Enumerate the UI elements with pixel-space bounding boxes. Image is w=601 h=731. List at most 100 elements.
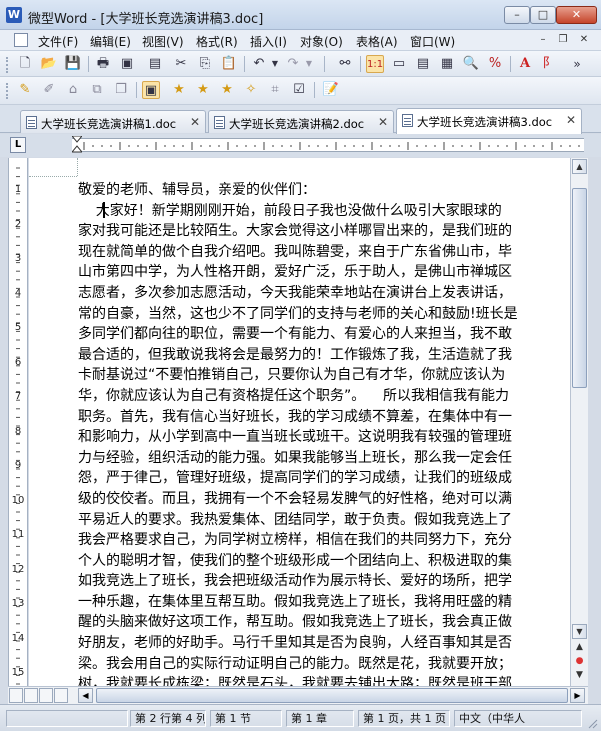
redo-icon[interactable]: ↷ bbox=[284, 55, 302, 73]
undo-icon[interactable]: ↶ bbox=[250, 55, 268, 73]
paste-icon[interactable]: 📋 bbox=[220, 55, 238, 73]
toolbar-grip[interactable] bbox=[6, 57, 9, 73]
document-text[interactable]: 敬爱的老师、辅导员，亲爱的伙伴们： 大家好！新学期刚刚开始，前段日子我也没做什么… bbox=[78, 180, 568, 686]
save-icon[interactable]: 💾 bbox=[64, 55, 82, 73]
zoom-icon[interactable]: 🔍 bbox=[462, 55, 480, 73]
document-line[interactable]: 山市第四中学，为人性格开朗，爱好广泛，乐于助人，是佛山市禅城区 bbox=[78, 262, 568, 283]
indent-marker-icon[interactable] bbox=[72, 136, 82, 154]
percent-icon[interactable]: % bbox=[486, 55, 504, 73]
document-line[interactable]: 如我竞选上了班长，我会把班级活动作为展示特长、爱好的场所，把学 bbox=[78, 571, 568, 592]
new-icon[interactable]: 🗋 bbox=[16, 55, 34, 73]
open-icon[interactable]: 📂 bbox=[40, 55, 58, 73]
cut-icon[interactable]: ✂ bbox=[172, 55, 190, 73]
highlight-icon[interactable]: ✎ bbox=[16, 81, 34, 99]
doc-minimize-button[interactable]: – bbox=[536, 33, 550, 47]
browse-object-button[interactable]: ● bbox=[572, 655, 587, 669]
document-line[interactable]: 我会严格要求自己，为同学树立榜样，相信在我们的共同努力下，充分 bbox=[78, 530, 568, 551]
document-line[interactable]: 华，你就应该认为自己有资格提任这个职务”。 所以我相信我有能力 bbox=[78, 386, 568, 407]
document-line[interactable]: 和影响力，从小学到高中一直当班长或班干。这说明我有较强的管理班 bbox=[78, 427, 568, 448]
minimize-button[interactable]: – bbox=[504, 6, 530, 24]
tab-close-icon[interactable]: ✕ bbox=[566, 113, 576, 127]
redo-dropdown-icon[interactable]: ▼ bbox=[304, 55, 314, 73]
document-line[interactable]: 现在就简单的做个自我介绍吧。我叫陈碧雯，来自于广东省佛山市，毕 bbox=[78, 242, 568, 263]
undo-dropdown-icon[interactable]: ▼ bbox=[270, 55, 280, 73]
menu-edit[interactable]: 编辑(E) bbox=[90, 33, 131, 50]
outline-view-button[interactable] bbox=[54, 688, 68, 703]
horizontal-scrollbar[interactable]: ◀ ▶ bbox=[8, 686, 588, 704]
horizontal-scroll-thumb[interactable] bbox=[96, 688, 568, 703]
print-icon[interactable]: 🖶 bbox=[94, 55, 112, 73]
doc-restore-button[interactable]: ❐ bbox=[556, 33, 570, 47]
document-line[interactable]: 职务。首先，我有信心当好班长，我的学习成绩不算差，在集体中有一 bbox=[78, 407, 568, 428]
document-editor[interactable]: 敬爱的老师、辅导员，亲爱的伙伴们： 大家好！新学期刚刚开始，前段日子我也没做什么… bbox=[29, 158, 570, 686]
vertical-ruler[interactable]: 1 2 3 4 5 6 7 8 9 10 11 12 13 14 15 bbox=[8, 158, 28, 686]
tab-close-icon[interactable]: ✕ bbox=[378, 115, 388, 129]
find-icon[interactable]: ⚯ bbox=[336, 55, 354, 73]
document-line[interactable]: 树，我就要长成栋梁；既然是石头，我就要去铺出大路；既然是班干部 bbox=[78, 674, 568, 686]
document-line[interactable]: 一种乐趣，在集体里互帮互助。假如我竞选上了班长，我将用旺盛的精 bbox=[78, 592, 568, 613]
document-line[interactable]: 常的自豪，当然，这也少不了同学们的支持与老师的关心和鼓励!班长是 bbox=[78, 304, 568, 325]
web-view-icon[interactable]: ▭ bbox=[390, 55, 408, 73]
document-line[interactable]: 最合适的，但我敢说我将会是最努力的！工作锻炼了我，生活造就了我 bbox=[78, 345, 568, 366]
document-line[interactable]: 个人的聪明才智，使我们的整个班级形成一个团结向上、积极进取的集 bbox=[78, 551, 568, 572]
tag-icon[interactable]: ⌗ bbox=[266, 81, 284, 99]
doc-close-button[interactable]: ✕ bbox=[577, 33, 591, 47]
tab-stop-selector[interactable]: L bbox=[10, 137, 26, 153]
tab-document-3[interactable]: 大学班长竞选演讲稿3.doc ✕ bbox=[396, 108, 582, 134]
scroll-up-button[interactable]: ▲ bbox=[572, 159, 587, 174]
menu-window[interactable]: 窗口(W) bbox=[410, 33, 455, 50]
print-layout-view-button[interactable] bbox=[39, 688, 53, 703]
web-layout-view-button[interactable] bbox=[24, 688, 38, 703]
document-line[interactable]: 级的佼佼者。而且，我拥有一个不会轻易发脾气的好性格，绝对可以满 bbox=[78, 489, 568, 510]
edit-note-icon[interactable]: ✐ bbox=[40, 81, 58, 99]
normal-view-button[interactable] bbox=[9, 688, 23, 703]
document-line[interactable]: 敬爱的老师、辅导员，亲爱的伙伴们： bbox=[78, 180, 568, 201]
previous-page-button[interactable]: ▲ bbox=[572, 641, 587, 655]
menu-format[interactable]: 格式(R) bbox=[196, 33, 238, 50]
next-page-button[interactable]: ▼ bbox=[572, 669, 587, 683]
review-icon[interactable]: 📝 bbox=[322, 81, 340, 99]
document-line[interactable]: 大家好！新学期刚刚开始，前段日子我也没做什么吸引大家眼球的 bbox=[78, 201, 568, 222]
bookmark-icon[interactable]: ⌂ bbox=[64, 81, 82, 99]
read-view-icon[interactable]: ▦ bbox=[438, 55, 456, 73]
font-color-icon[interactable]: A bbox=[516, 55, 534, 73]
document-line[interactable]: 力与经验，组织活动的能力强。如果我能够当上班长，那么我一定会任 bbox=[78, 448, 568, 469]
star-next-icon[interactable]: ★ bbox=[218, 81, 236, 99]
pdf-icon[interactable]: ▣ bbox=[118, 55, 136, 73]
page-view-icon[interactable]: 1:1 bbox=[366, 55, 384, 73]
tab-document-1[interactable]: 大学班长竞选演讲稿1.doc ✕ bbox=[20, 110, 206, 133]
scroll-down-button[interactable]: ▼ bbox=[572, 624, 587, 639]
menu-insert[interactable]: 插入(I) bbox=[250, 33, 287, 50]
document-menu-icon[interactable] bbox=[14, 33, 28, 47]
document-line[interactable]: 醒的头脑来做好这项工作，帮互助。假如我竞选上了班长，我会真正做 bbox=[78, 612, 568, 633]
document-line[interactable]: 平易近人的要求。我热爱集体、团结同学，敢于负责。假如我竞选上了 bbox=[78, 510, 568, 531]
resize-grip-icon[interactable] bbox=[586, 717, 598, 729]
document-line[interactable]: 志愿者，多次参加志愿活动，今天我能荣幸地站在演讲台上发表讲话， bbox=[78, 283, 568, 304]
outline-view-icon[interactable]: ▤ bbox=[414, 55, 432, 73]
document-line[interactable]: 多同学们都向往的职位，需要一个有能力、有爱心的人来担当，我不敢 bbox=[78, 324, 568, 345]
scroll-right-button[interactable]: ▶ bbox=[570, 688, 585, 703]
vertical-scrollbar[interactable]: ▲ ▼ ▲ ● ▼ bbox=[570, 158, 588, 686]
close-window-button[interactable]: ✕ bbox=[556, 6, 597, 24]
toolbar-grip[interactable] bbox=[6, 83, 9, 99]
copy-icon[interactable]: ⎘ bbox=[196, 55, 214, 73]
menu-table[interactable]: 表格(A) bbox=[356, 33, 398, 50]
document-line[interactable]: 怨，严于律己，管理好班级，提高同学们的学习成绩，让我们的班级成 bbox=[78, 468, 568, 489]
horizontal-ruler[interactable] bbox=[72, 136, 584, 154]
tab-document-2[interactable]: 大学班长竞选演讲稿2.doc ✕ bbox=[208, 110, 394, 133]
menu-view[interactable]: 视图(V) bbox=[142, 33, 184, 50]
layers-icon[interactable]: ❐ bbox=[112, 81, 130, 99]
star-delete-icon[interactable]: ✧ bbox=[242, 81, 260, 99]
menu-file[interactable]: 文件(F) bbox=[38, 33, 78, 50]
list-check-icon[interactable]: ☑ bbox=[290, 81, 308, 99]
document-line[interactable]: 好朋友，老师的好助手。马行千里知其是否为良驹，人经百事知其是否 bbox=[78, 633, 568, 654]
word-app-icon[interactable]: W bbox=[6, 7, 22, 23]
scroll-left-button[interactable]: ◀ bbox=[78, 688, 93, 703]
shapes-icon[interactable]: ⧉ bbox=[88, 81, 106, 99]
vertical-scroll-thumb[interactable] bbox=[572, 188, 587, 388]
menu-object[interactable]: 对象(O) bbox=[300, 33, 343, 50]
maximize-button[interactable]: □ bbox=[530, 6, 556, 24]
star-add-icon[interactable]: ★ bbox=[170, 81, 188, 99]
clipboard-icon[interactable]: ▣ bbox=[142, 81, 160, 99]
document-line[interactable]: 梁。我会用自己的实际行动证明自己的能力。既然是花，我就要开放； bbox=[78, 654, 568, 675]
